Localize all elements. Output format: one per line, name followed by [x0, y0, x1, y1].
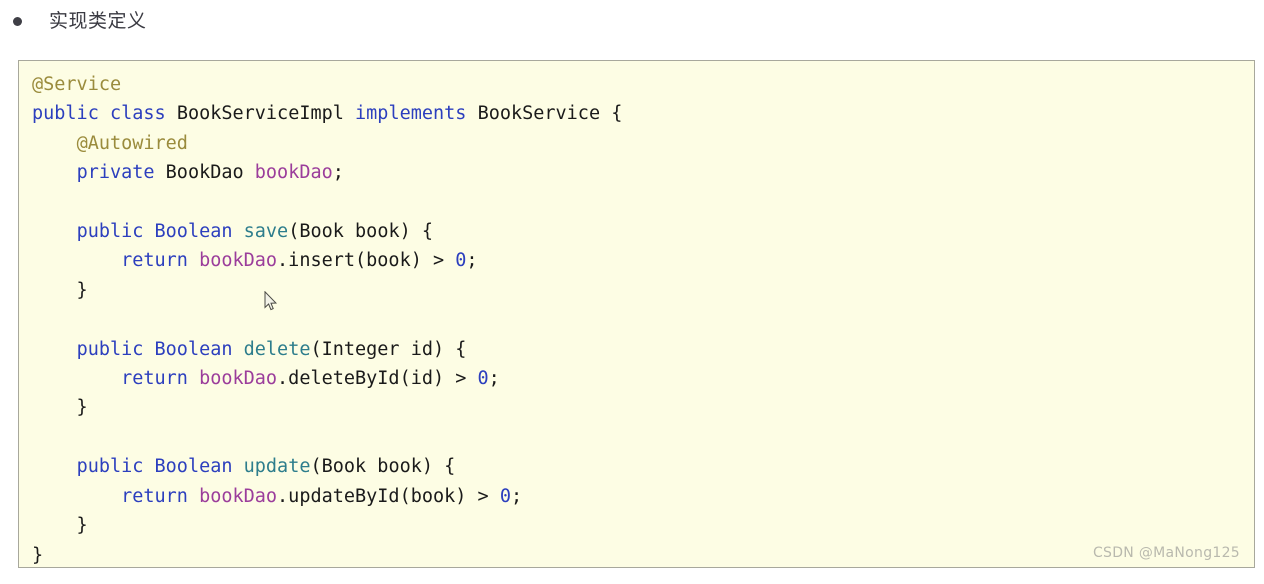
code-line: return bookDao.insert(book) > 0;	[32, 250, 478, 272]
code-token: Book	[321, 456, 367, 478]
code-token: @Service	[32, 74, 122, 95]
code-line: public class BookServiceImpl implements …	[32, 103, 622, 124]
code-line: public Boolean update(Book book) {	[32, 456, 456, 478]
code-token: Boolean	[154, 221, 233, 243]
code-block[interactable]: @Service public class BookServiceImpl im…	[18, 60, 1255, 568]
code-token: }	[32, 544, 44, 566]
code-token: update	[243, 456, 311, 478]
code-content[interactable]: @Service public class BookServiceImpl im…	[19, 61, 1254, 567]
code-token: }	[32, 279, 88, 301]
code-token: (	[288, 221, 300, 243]
code-token: .deleteById(id) >	[277, 368, 478, 390]
code-line: }	[32, 515, 88, 536]
page-title: 实现类定义	[49, 9, 147, 32]
code-token: (	[310, 456, 322, 478]
code-token: public	[76, 338, 144, 360]
code-token: bookDao	[254, 162, 333, 184]
bullet-dot-icon	[13, 16, 22, 26]
code-line: @Service	[32, 74, 121, 95]
code-token: Boolean	[154, 456, 233, 478]
code-token: }	[32, 397, 88, 419]
code-line: public Boolean delete(Integer id) {	[32, 338, 467, 360]
code-token: implements	[355, 103, 467, 125]
code-token: bookDao	[199, 485, 278, 507]
code-token: public	[32, 103, 99, 125]
code-token: ;	[488, 368, 500, 390]
code-token: Book	[299, 221, 344, 243]
code-token: public	[76, 221, 144, 243]
code-token: book) {	[366, 456, 456, 478]
code-line: }	[32, 280, 88, 301]
code-token: 0	[477, 368, 489, 390]
code-line: return bookDao.deleteById(id) > 0;	[32, 368, 500, 389]
code-line: }	[32, 397, 88, 418]
code-token: return	[121, 485, 188, 507]
code-token: BookDao	[165, 162, 244, 184]
code-token: ;	[466, 250, 478, 272]
code-token: {	[600, 103, 623, 125]
code-token: id) {	[399, 338, 467, 360]
code-token: save	[243, 221, 289, 243]
code-token: .insert(book) >	[277, 250, 456, 272]
code-token: bookDao	[199, 250, 278, 272]
code-token: (	[310, 338, 322, 360]
code-token: return	[121, 250, 188, 272]
code-token: 0	[499, 485, 511, 507]
code-token: Integer	[321, 338, 400, 360]
code-line: return bookDao.updateById(book) > 0;	[32, 486, 522, 507]
code-token: delete	[243, 338, 311, 360]
code-token: ;	[510, 485, 523, 507]
code-line: public Boolean save(Book book) {	[32, 221, 433, 242]
code-token: return	[121, 368, 188, 390]
code-token: 0	[455, 250, 467, 272]
code-token: BookServiceImpl	[176, 103, 344, 125]
code-token: book) {	[343, 221, 434, 243]
code-line: private BookDao bookDao;	[32, 162, 344, 183]
section-heading: 实现类定义	[0, 0, 1264, 42]
code-token: bookDao	[199, 368, 278, 390]
code-token: .updateById(book) >	[277, 485, 500, 507]
code-token: public	[76, 456, 144, 478]
code-line: @Autowired	[32, 133, 188, 154]
code-token: BookService	[477, 103, 601, 125]
code-token: private	[76, 162, 155, 184]
code-token: }	[32, 515, 88, 537]
code-token: Boolean	[154, 338, 233, 360]
code-token: @Autowired	[76, 132, 188, 154]
code-token: ;	[332, 162, 344, 184]
code-line: }	[32, 545, 43, 566]
code-token: class	[109, 103, 166, 125]
